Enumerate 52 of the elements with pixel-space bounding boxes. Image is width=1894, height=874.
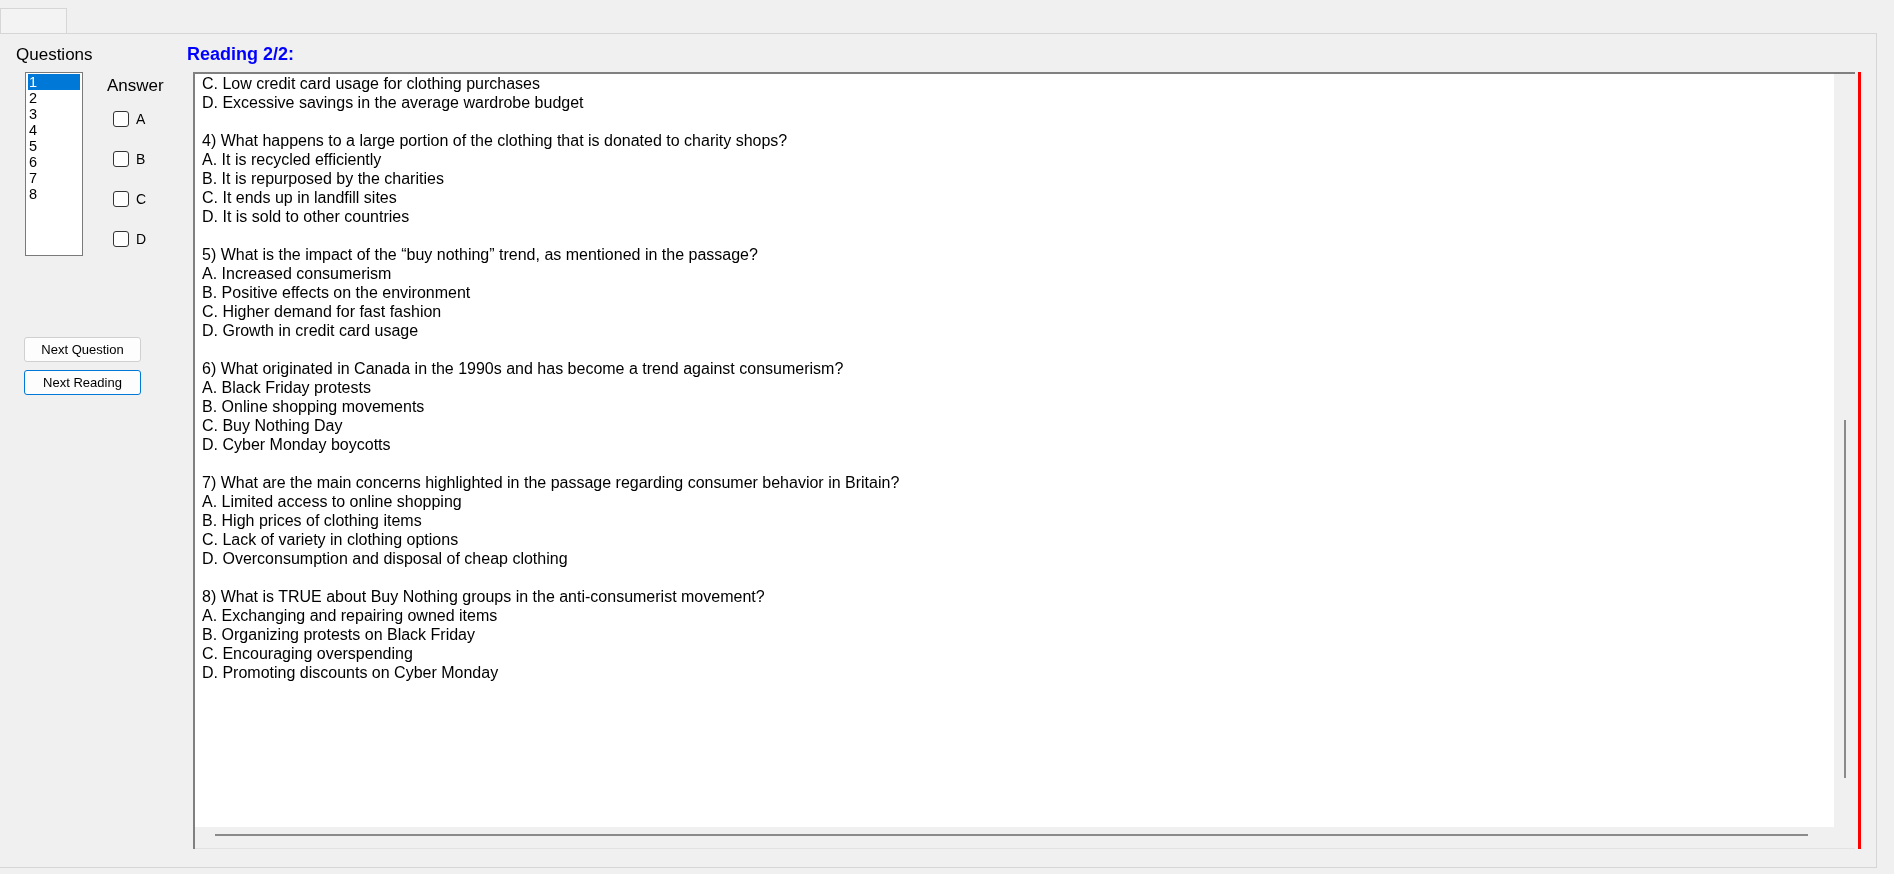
- question-text: 5) What is the impact of the “buy nothing” trend, as mentioned in the passage?: [202, 245, 758, 264]
- option-label[interactable]: C: [136, 191, 147, 207]
- reading-text-box[interactable]: [193, 72, 1855, 849]
- nav-button[interactable]: Next Question: [24, 337, 141, 362]
- option-text: D. Cyber Monday boycotts: [202, 435, 391, 454]
- question-list-item[interactable]: 2: [28, 90, 80, 106]
- option-text: A. It is recycled efficiently: [202, 150, 382, 169]
- question-list-item[interactable]: 1: [28, 74, 80, 90]
- checkbox[interactable]: [113, 191, 129, 207]
- reading-heading: Reading 2/2:: [187, 45, 295, 64]
- option-text: B. High prices of clothing items: [202, 511, 422, 530]
- question-text: 8) What is TRUE about Buy Nothing groups in the anti-consumerist movement?: [202, 587, 765, 606]
- question-list-item[interactable]: 7: [28, 170, 80, 186]
- question-list-item[interactable]: 6: [28, 154, 80, 170]
- option-text: C. Buy Nothing Day: [202, 416, 343, 435]
- nav-button[interactable]: Next Reading: [24, 370, 141, 395]
- option-text: D. Growth in credit card usage: [202, 321, 419, 340]
- question-list-item[interactable]: 8: [28, 186, 80, 202]
- scrollbar-thumb[interactable]: [1843, 420, 1846, 778]
- question-list-item[interactable]: 4: [28, 122, 80, 138]
- option-text: D. Overconsumption and disposal of cheap clothing: [202, 549, 568, 568]
- option-text: B. Positive effects on the environment: [202, 283, 471, 302]
- questions-label: Questions: [16, 46, 93, 64]
- question-list-item[interactable]: 5: [28, 138, 80, 154]
- option-text: D. It is sold to other countries: [202, 207, 410, 226]
- question-list-item[interactable]: 3: [28, 106, 80, 122]
- option-text: B. It is repurposed by the charities: [202, 169, 444, 188]
- option-text: A. Increased consumerism: [202, 264, 392, 283]
- option-text: D. Promoting discounts on Cyber Monday: [202, 663, 499, 682]
- option-text: A. Exchanging and repairing owned items: [202, 606, 498, 625]
- question-text: 7) What are the main concerns highlighted in the passage regarding consumer behavior in Britain?: [202, 473, 900, 492]
- option-text: B. Online shopping movements: [202, 397, 425, 416]
- option-text: A. Black Friday protests: [202, 378, 371, 397]
- option-label[interactable]: A: [136, 111, 146, 127]
- option-text: C. It ends up in landfill sites: [202, 188, 397, 207]
- question-text: 4) What happens to a large portion of the clothing that is donated to charity shops?: [202, 131, 788, 150]
- option-text: C. Low credit card usage for clothing purchases: [202, 74, 540, 93]
- question-text: 6) What originated in Canada in the 1990s and has become a trend against consumerism?: [202, 359, 844, 378]
- checkbox[interactable]: [113, 151, 129, 167]
- option-text: A. Limited access to online shopping: [202, 492, 462, 511]
- option-text: C. Lack of variety in clothing options: [202, 530, 459, 549]
- option-label[interactable]: B: [136, 151, 146, 167]
- checkbox[interactable]: [113, 231, 129, 247]
- option-text: D. Excessive savings in the average wardrobe budget: [202, 93, 584, 112]
- option-text: C. Higher demand for fast fashion: [202, 302, 442, 321]
- answer-label: Answer: [107, 77, 164, 95]
- question-list[interactable]: 1 2 3 4 5 6 7 8: [25, 72, 83, 256]
- checkbox[interactable]: [113, 111, 129, 127]
- option-text: B. Organizing protests on Black Friday: [202, 625, 475, 644]
- option-text: C. Encouraging overspending: [202, 644, 413, 663]
- scrollbar-thumb[interactable]: [215, 834, 1808, 836]
- option-label[interactable]: D: [136, 231, 147, 247]
